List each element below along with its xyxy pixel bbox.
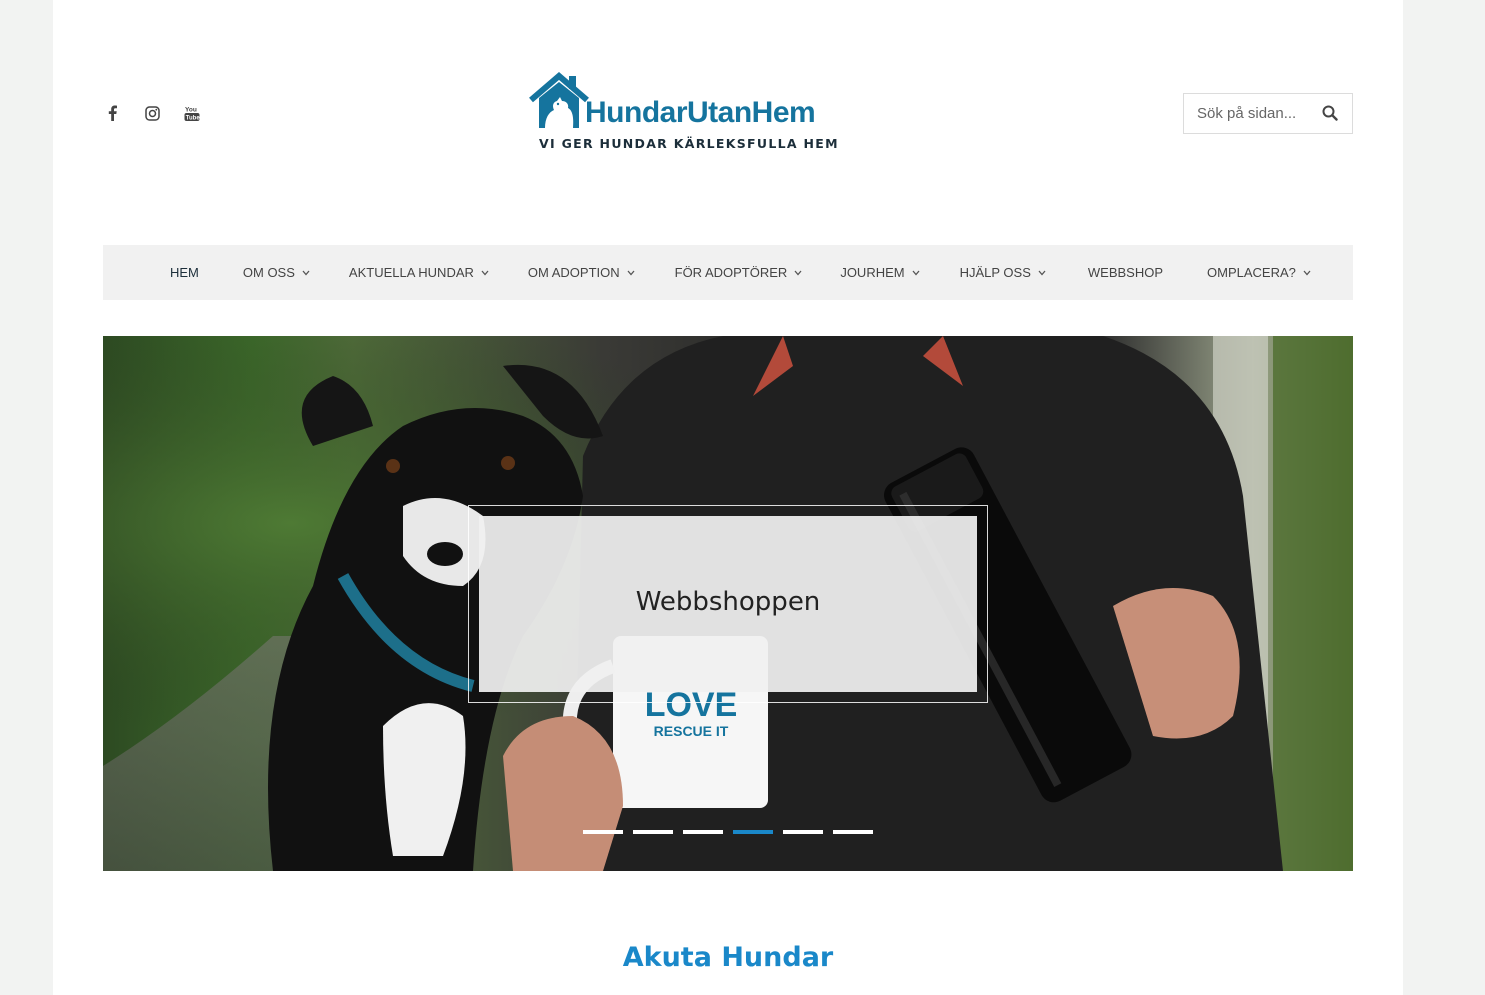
slider-dot[interactable] <box>783 830 823 834</box>
search-input[interactable] <box>1197 105 1322 122</box>
nav-item-label: JOURHEM <box>840 265 905 280</box>
nav-item-label: OM OSS <box>242 265 295 280</box>
chevron-down-icon <box>912 268 922 278</box>
slider-dot[interactable] <box>683 830 723 834</box>
nav-item-label: HEM <box>170 265 199 280</box>
nav-item-hem[interactable]: HEM <box>170 245 199 300</box>
chevron-down-icon <box>481 268 491 278</box>
chevron-down-icon <box>1303 268 1313 278</box>
slider-dot[interactable] <box>833 830 873 834</box>
nav-item-for-adoptorer[interactable]: FÖR ADOPTÖRER <box>675 245 805 300</box>
nav-item-webbshop[interactable]: WEBBSHOP <box>1088 245 1163 300</box>
nav-item-label: AKTUELLA HUNDAR <box>348 265 474 280</box>
search-icon[interactable] <box>1322 105 1340 123</box>
nav-item-label: HJÄLP OSS <box>959 265 1031 280</box>
slide-caption-text: Webbshoppen <box>635 587 821 617</box>
nav-item-aktuella-hundar[interactable]: AKTUELLA HUNDAR <box>349 245 491 300</box>
page-container: You Tube HundarUtanHem VI GER HUNDAR KÄRL… <box>53 0 1403 995</box>
slider-dot[interactable] <box>583 830 623 834</box>
svg-text:RESCUE IT: RESCUE IT <box>654 723 729 739</box>
nav-item-label: FÖR ADOPTÖRER <box>674 265 788 280</box>
main-navigation: HEM OM OSS AKTUELLA HUNDAR OM ADOPTION F… <box>103 245 1353 300</box>
house-dog-logo-icon <box>529 72 589 128</box>
section-title: Akuta Hundar <box>622 942 834 973</box>
nav-item-omplacera[interactable]: OMPLACERA? <box>1207 245 1313 300</box>
chevron-down-icon <box>302 268 312 278</box>
chevron-down-icon <box>627 268 637 278</box>
social-links: You Tube <box>103 104 201 122</box>
slider-pagination <box>583 830 873 834</box>
nav-item-hjalp-oss[interactable]: HJÄLP OSS <box>960 245 1048 300</box>
svg-text:Tube: Tube <box>186 115 200 121</box>
nav-item-om-oss[interactable]: OM OSS <box>243 245 312 300</box>
nav-item-jourhem[interactable]: JOURHEM <box>840 245 921 300</box>
nav-item-om-adoption[interactable]: OM ADOPTION <box>528 245 637 300</box>
logo-wordmark: HundarUtanHem <box>585 96 816 129</box>
svg-text:You: You <box>185 106 197 113</box>
slider-dot-active[interactable] <box>733 830 773 834</box>
logo-tagline: VI GER HUNDAR KÄRLEKSFULLA HEM <box>539 136 839 151</box>
youtube-icon[interactable]: You Tube <box>183 104 201 122</box>
slide-caption[interactable]: Webbshoppen <box>479 516 977 692</box>
chevron-down-icon <box>794 268 804 278</box>
chevron-down-icon <box>1038 268 1048 278</box>
site-logo[interactable]: HundarUtanHem VI GER HUNDAR KÄRLEKSFULLA… <box>527 70 838 154</box>
nav-item-label: OMPLACERA? <box>1207 265 1296 280</box>
search-box <box>1183 93 1353 134</box>
nav-item-label: WEBBSHOP <box>1087 265 1164 280</box>
facebook-icon[interactable] <box>103 104 121 122</box>
instagram-icon[interactable] <box>143 104 161 122</box>
slider-dot[interactable] <box>633 830 673 834</box>
nav-item-label: OM ADOPTION <box>527 265 620 280</box>
hero-slider[interactable]: LOVE RESCUE IT Webbshoppen <box>103 336 1353 871</box>
